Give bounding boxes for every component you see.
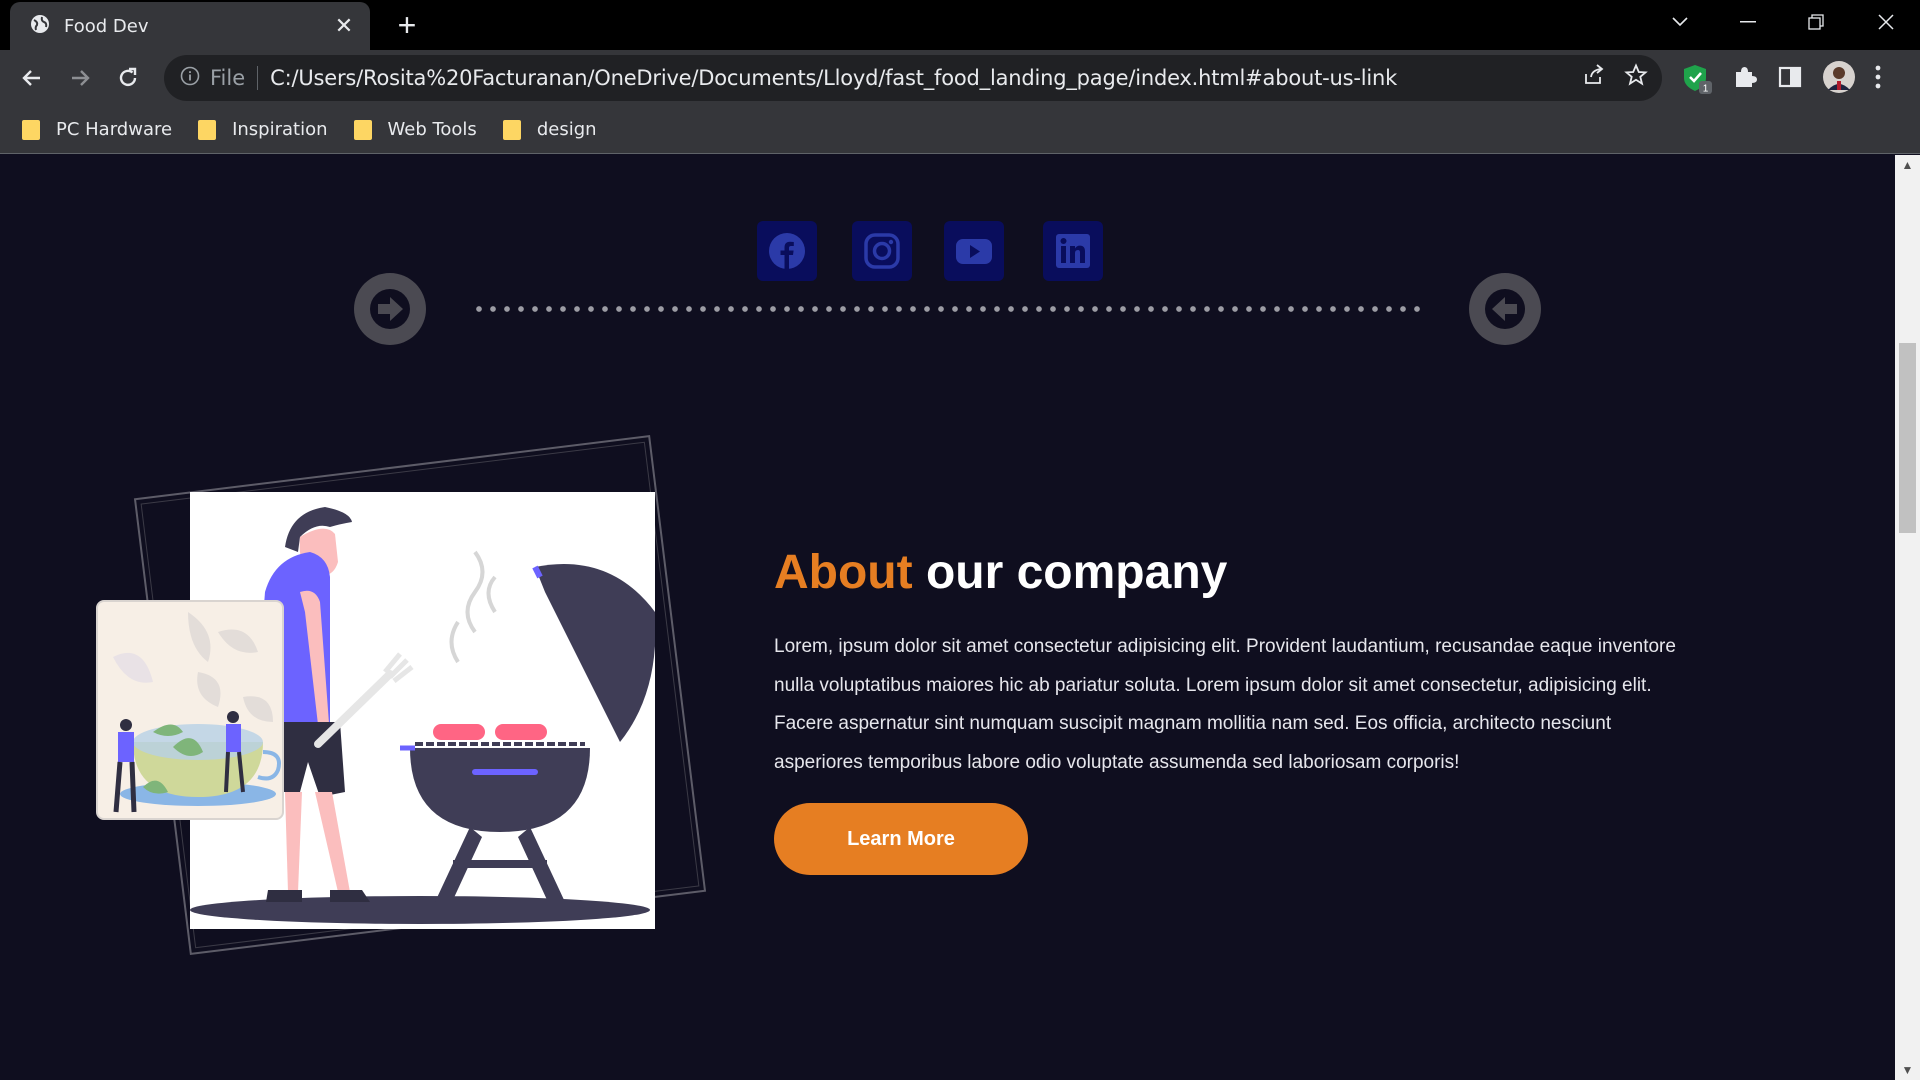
tab-title: Food Dev [64,15,149,37]
bookmark-inspiration[interactable]: Inspiration [198,119,328,140]
bookmark-star-icon[interactable] [1624,63,1648,94]
address-bar[interactable]: File C:/Users/Rosita%20Facturanan/OneDri… [164,55,1662,101]
learn-more-button[interactable]: Learn More [774,803,1028,875]
extension-badge: 1 [1703,84,1709,95]
shield-extension-icon[interactable]: 1 [1682,63,1712,100]
puzzle-icon[interactable] [1732,64,1758,95]
arrow-right-icon [370,289,410,329]
scroll-up-icon[interactable]: ▲ [1895,155,1920,175]
bookmark-pc-hardware[interactable]: PC Hardware [22,119,172,140]
forward-icon[interactable] [62,60,98,96]
url-text[interactable]: C:/Users/Rosita%20Facturanan/OneDrive/Do… [270,66,1397,90]
about-heading-rest: our company [912,546,1228,599]
browser-tab[interactable]: Food Dev ✕ [10,2,370,50]
bookmarks-bar: PC Hardware Inspiration Web Tools design [0,106,1920,154]
folder-icon [198,119,217,140]
facebook-icon [769,233,805,269]
bookmark-design[interactable]: design [502,119,597,140]
menu-kebab-icon[interactable] [1874,64,1882,95]
omnibox-divider [257,66,259,90]
new-tab-button[interactable]: + [390,8,424,42]
youtube-link[interactable] [944,221,1004,281]
close-tab-icon[interactable]: ✕ [332,13,356,39]
globe-icon [30,14,50,39]
bookmark-label: Inspiration [232,119,328,140]
arrow-left-icon [1485,289,1525,329]
info-icon[interactable] [180,66,200,91]
share-icon[interactable] [1582,63,1606,94]
about-paragraph: Lorem, ipsum dolor sit amet consectetur … [774,636,1676,773]
scroll-down-icon[interactable]: ▼ [1895,1060,1920,1080]
scroll-thumb[interactable] [1899,343,1916,533]
instagram-link[interactable] [852,221,912,281]
carousel-dots [472,306,1422,312]
arrow-right-button[interactable] [354,273,426,345]
restore-icon[interactable] [1786,0,1846,44]
instagram-icon [864,233,900,269]
linkedin-icon [1056,234,1090,268]
bookmark-web-tools[interactable]: Web Tools [353,119,477,140]
tab-strip: Food Dev ✕ + [0,0,1920,50]
about-heading: About our company [774,545,1227,600]
side-panel-icon[interactable] [1778,65,1802,94]
scheme-label: File [210,66,246,90]
avatar[interactable] [1822,60,1856,99]
arrow-left-button[interactable] [1469,273,1541,345]
minimize-icon[interactable] [1718,0,1778,44]
youtube-icon [956,239,992,264]
close-window-icon[interactable] [1856,0,1916,44]
bookmark-label: Web Tools [387,119,477,140]
back-icon[interactable] [14,60,50,96]
reload-icon[interactable] [110,60,146,96]
folder-icon [353,119,372,140]
about-heading-accent: About [774,546,913,599]
browser-toolbar: File C:/Users/Rosita%20Facturanan/OneDri… [0,50,1920,106]
bookmark-label: PC Hardware [56,119,173,140]
bookmark-label: design [536,119,597,140]
folder-icon [22,119,40,140]
folder-icon [502,119,521,140]
tea-illustration [96,600,284,820]
facebook-link[interactable] [757,221,817,281]
page-viewport: About our company Lorem, ipsum dolor sit… [0,155,1895,1080]
linkedin-link[interactable] [1043,221,1103,281]
tab-search-icon[interactable] [1650,0,1710,44]
scrollbar[interactable]: ▲ ▼ [1895,155,1920,1080]
